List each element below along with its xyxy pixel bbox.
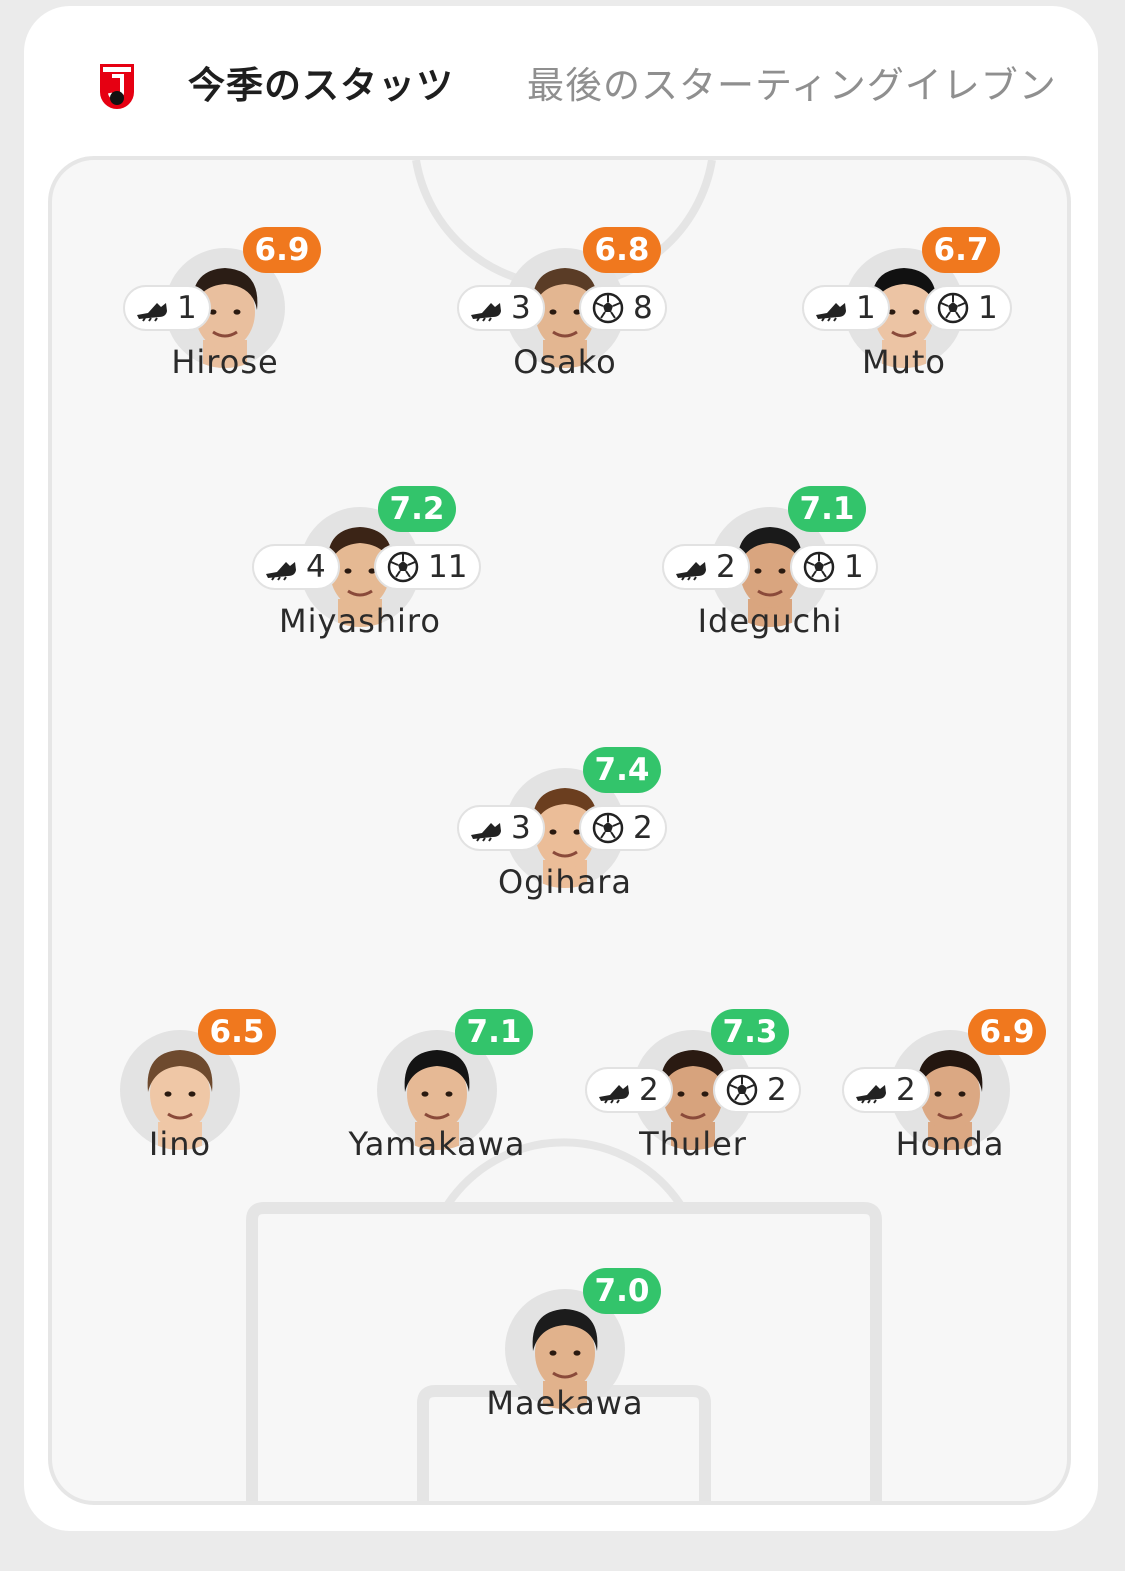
football-boot-icon [856, 1085, 886, 1104]
player-name: Maekawa [486, 1384, 644, 1422]
goals-pill: 2 [713, 1067, 801, 1113]
player-name: Ogihara [497, 863, 633, 901]
assists-pill: 3 [457, 285, 545, 331]
assists-pill: 1 [123, 285, 211, 331]
soccer-ball-icon [592, 292, 624, 324]
player-name: Honda [895, 1125, 1005, 1163]
assists-pill: 2 [842, 1067, 930, 1113]
rating-badge: 6.9 [968, 1009, 1046, 1055]
soccer-ball-icon [592, 812, 624, 844]
football-boot-icon [137, 303, 167, 322]
soccer-ball-icon [937, 292, 969, 324]
goals-count: 2 [767, 1072, 787, 1108]
player-name: Muto [861, 343, 946, 381]
football-boot-icon [599, 1085, 629, 1104]
soccer-ball-icon [726, 1074, 758, 1106]
goals-count: 2 [633, 810, 653, 846]
assists-pill: 2 [662, 544, 750, 590]
goals-pill: 2 [579, 805, 667, 851]
assists-count: 1 [856, 290, 876, 326]
rating-badge: 6.8 [583, 227, 661, 273]
assists-count: 2 [639, 1072, 659, 1108]
goals-pill: 1 [790, 544, 878, 590]
assists-count: 2 [716, 549, 736, 585]
player-name: Ideguchi [697, 602, 843, 640]
j-league-logo [100, 64, 134, 109]
goals-count: 1 [844, 549, 864, 585]
soccer-ball-icon [387, 551, 419, 583]
assists-count: 4 [306, 549, 326, 585]
assists-count: 3 [511, 290, 531, 326]
player-name: Hirose [171, 343, 279, 381]
goals-pill: 1 [924, 285, 1012, 331]
rating-badge: 7.1 [455, 1009, 533, 1055]
assists-count: 1 [177, 290, 197, 326]
assists-pill: 4 [252, 544, 340, 590]
assists-pill: 2 [585, 1067, 673, 1113]
assists-count: 3 [511, 810, 531, 846]
goals-count: 1 [978, 290, 998, 326]
tab-last-starting-eleven[interactable]: 最後のスターティングイレブン [527, 58, 1057, 114]
goals-count: 8 [633, 290, 653, 326]
rating-badge: 7.1 [788, 486, 866, 532]
rating-badge: 7.4 [583, 747, 661, 793]
football-boot-icon [266, 562, 296, 581]
pitch: 6.9 1 Hirose 6.8 3 8 Osako 6.7 1 1 Muto 7.2 4 11 Miyas… [48, 156, 1071, 1505]
football-boot-icon [676, 562, 706, 581]
rating-badge: 7.2 [378, 486, 456, 532]
football-boot-icon [471, 303, 501, 322]
goals-count: 11 [428, 549, 468, 585]
goals-pill: 8 [579, 285, 667, 331]
football-boot-icon [816, 303, 846, 322]
player-name: Miyashiro [279, 602, 441, 640]
football-boot-icon [471, 823, 501, 842]
soccer-ball-icon [803, 551, 835, 583]
rating-badge: 7.3 [711, 1009, 789, 1055]
rating-badge: 6.5 [198, 1009, 276, 1055]
rating-badge: 6.9 [243, 227, 321, 273]
assists-count: 2 [896, 1072, 916, 1108]
goals-pill: 11 [374, 544, 482, 590]
tab-season-stats[interactable]: 今季のスタッツ [188, 58, 454, 114]
assists-pill: 1 [802, 285, 890, 331]
rating-badge: 7.0 [583, 1268, 661, 1314]
assists-pill: 3 [457, 805, 545, 851]
player-name: Osako [513, 343, 617, 381]
rating-badge: 6.7 [922, 227, 1000, 273]
